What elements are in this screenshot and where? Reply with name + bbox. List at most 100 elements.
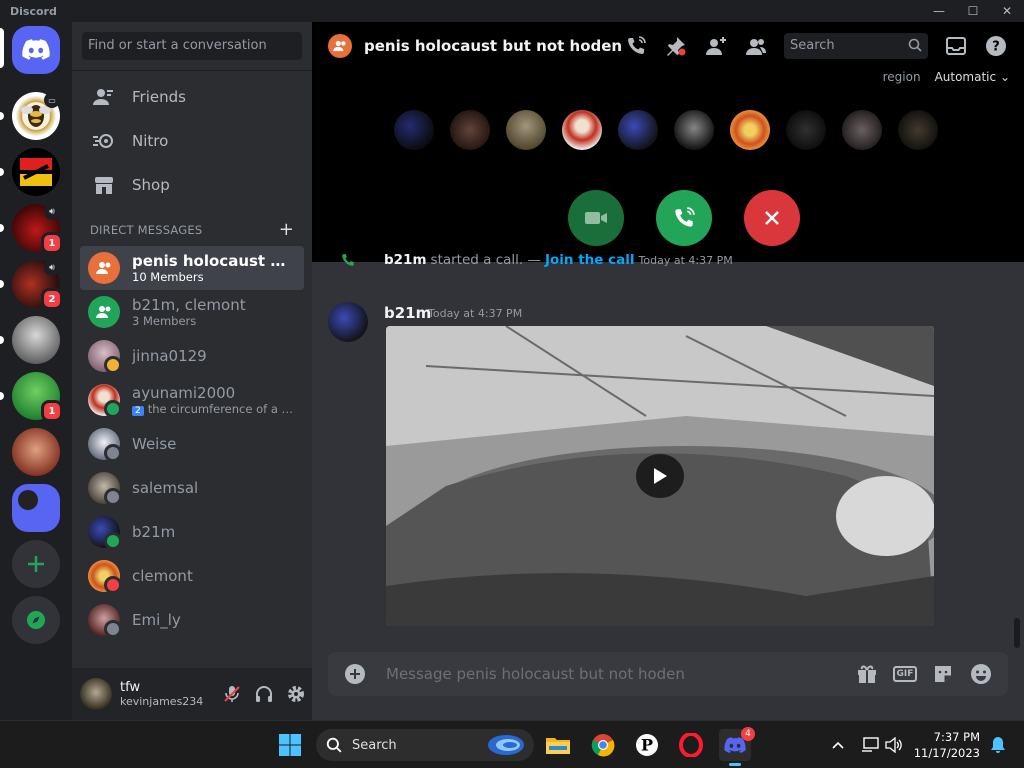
dm-item-salemsal[interactable]: salemsal: [80, 466, 304, 510]
dm-item-group-b21m-clemont[interactable]: b21m, clemont 3 Members: [80, 290, 304, 334]
nav-shop[interactable]: Shop: [72, 163, 312, 207]
create-dm-button[interactable]: +: [279, 219, 294, 240]
offline-status-icon: [104, 444, 122, 462]
message-scrollbar[interactable]: [1014, 618, 1020, 648]
channel-title: penis holocaust but not hoden: [364, 37, 623, 55]
participant-avatar[interactable]: [618, 110, 658, 150]
decline-call-button[interactable]: [744, 190, 800, 246]
inbox-button[interactable]: [940, 30, 972, 62]
phone-icon: [342, 254, 354, 266]
dm-item-b21m[interactable]: b21m: [80, 510, 304, 554]
message-input[interactable]: Message penis holocaust but not hoden: [386, 665, 844, 683]
dm-item-weise[interactable]: Weise: [80, 422, 304, 466]
emoji-button[interactable]: [966, 659, 996, 689]
author-avatar[interactable]: [328, 302, 368, 342]
opera-icon: [679, 733, 703, 757]
mention-badge: 1: [41, 400, 63, 422]
volume-button[interactable]: [878, 729, 910, 761]
emoji-icon: [971, 664, 991, 684]
chrome-button[interactable]: [587, 729, 619, 761]
join-call-button[interactable]: [656, 190, 712, 246]
notifications-button[interactable]: [982, 729, 1014, 761]
mute-button[interactable]: [216, 678, 248, 710]
dm-item-group-penis[interactable]: penis holocaust but n... 10 Members: [80, 246, 304, 290]
deafen-button[interactable]: [248, 678, 280, 710]
participant-avatar[interactable]: [730, 110, 770, 150]
unread-indicator: [0, 336, 4, 344]
search-placeholder: Search: [790, 38, 835, 53]
system-clock[interactable]: 7:37 PM 11/17/2023: [914, 729, 980, 761]
find-conversation-input[interactable]: Find or start a conversation: [82, 32, 302, 60]
taskbar-search[interactable]: Search: [316, 729, 534, 761]
dm-item-ayunami2000[interactable]: ayunami2000 2 the circumference of a roll…: [80, 378, 304, 422]
join-with-video-button[interactable]: [568, 190, 624, 246]
nav-nitro[interactable]: Nitro: [72, 119, 312, 163]
upload-button[interactable]: [340, 659, 370, 689]
discord-taskbar-button[interactable]: 4: [719, 727, 755, 766]
minimize-button[interactable]: —: [922, 0, 956, 22]
participant-avatar[interactable]: [562, 110, 602, 150]
participant-avatar[interactable]: [898, 110, 938, 150]
avatar: [88, 340, 122, 374]
dm-item-clemont[interactable]: clemont: [80, 554, 304, 598]
dm-item-jinna0129[interactable]: jinna0129: [80, 334, 304, 378]
system-author[interactable]: b21m: [384, 252, 427, 268]
participant-avatar[interactable]: [786, 110, 826, 150]
home-button[interactable]: [12, 26, 60, 74]
add-user-icon: [706, 37, 726, 55]
file-explorer-button[interactable]: [542, 729, 574, 761]
participant-avatar[interactable]: [506, 110, 546, 150]
neon-logo-icon: [20, 158, 52, 186]
video-attachment[interactable]: [386, 326, 934, 626]
group-dm-icon: [328, 34, 352, 58]
server-icon-man[interactable]: [12, 428, 60, 476]
start-voice-call-button[interactable]: [620, 30, 652, 62]
unread-indicator: [0, 112, 4, 120]
phone-call-icon: [628, 36, 646, 54]
server-icon-neon[interactable]: [12, 148, 60, 196]
participant-avatar[interactable]: [450, 110, 490, 150]
gift-button[interactable]: [852, 659, 882, 689]
user-avatar[interactable]: [80, 678, 112, 710]
participant-avatar[interactable]: [394, 110, 434, 150]
server-folder[interactable]: [12, 484, 60, 532]
friends-icon: [92, 87, 116, 107]
nav-friends[interactable]: Friends: [72, 75, 312, 119]
explore-servers-button[interactable]: [12, 596, 60, 644]
dm-sidebar: Find or start a conversation Friends Nit…: [72, 22, 312, 720]
add-circle-icon: [345, 664, 365, 684]
user-settings-button[interactable]: [280, 678, 312, 710]
sticker-button[interactable]: [928, 659, 958, 689]
participant-avatar[interactable]: [674, 110, 714, 150]
play-button[interactable]: [636, 454, 684, 498]
discord-logo-icon: [22, 39, 50, 60]
pinned-app-p-button[interactable]: P: [631, 729, 663, 761]
start-button[interactable]: [274, 729, 306, 761]
channel-search-input[interactable]: Search: [784, 33, 928, 59]
dm-custom-status: 2 the circumference of a roll...: [132, 402, 296, 416]
main-content: penis holocaust but not hoden Search ? r…: [312, 22, 1024, 720]
gif-picker-button[interactable]: GIF: [890, 659, 920, 689]
group-avatar: [88, 252, 120, 284]
show-hidden-icons-button[interactable]: [822, 729, 854, 761]
pinned-messages-button[interactable]: [660, 30, 692, 62]
help-button[interactable]: ?: [980, 30, 1012, 62]
member-list-button[interactable]: [740, 30, 772, 62]
chevron-up-icon: [832, 741, 844, 749]
dm-section-title: DIRECT MESSAGES: [90, 222, 203, 237]
dm-item-emi-ly[interactable]: Emi_ly: [80, 598, 304, 642]
header-toolbar: Search ?: [616, 30, 1016, 62]
add-server-button[interactable]: [12, 540, 60, 588]
maximize-button[interactable]: ☐: [956, 0, 990, 22]
join-call-link[interactable]: Join the call: [545, 252, 635, 268]
author-name[interactable]: b21m: [384, 304, 431, 322]
participant-avatar[interactable]: [842, 110, 882, 150]
region-selector[interactable]: region Automatic ⌄: [883, 70, 1010, 84]
gif-icon: GIF: [892, 666, 918, 682]
close-window-button[interactable]: ✕: [990, 0, 1024, 22]
add-friends-to-dm-button[interactable]: [700, 30, 732, 62]
avatar: [88, 516, 122, 550]
server-icon-face[interactable]: [12, 316, 60, 364]
dnd-status-icon: [104, 576, 122, 594]
opera-button[interactable]: [675, 729, 707, 761]
